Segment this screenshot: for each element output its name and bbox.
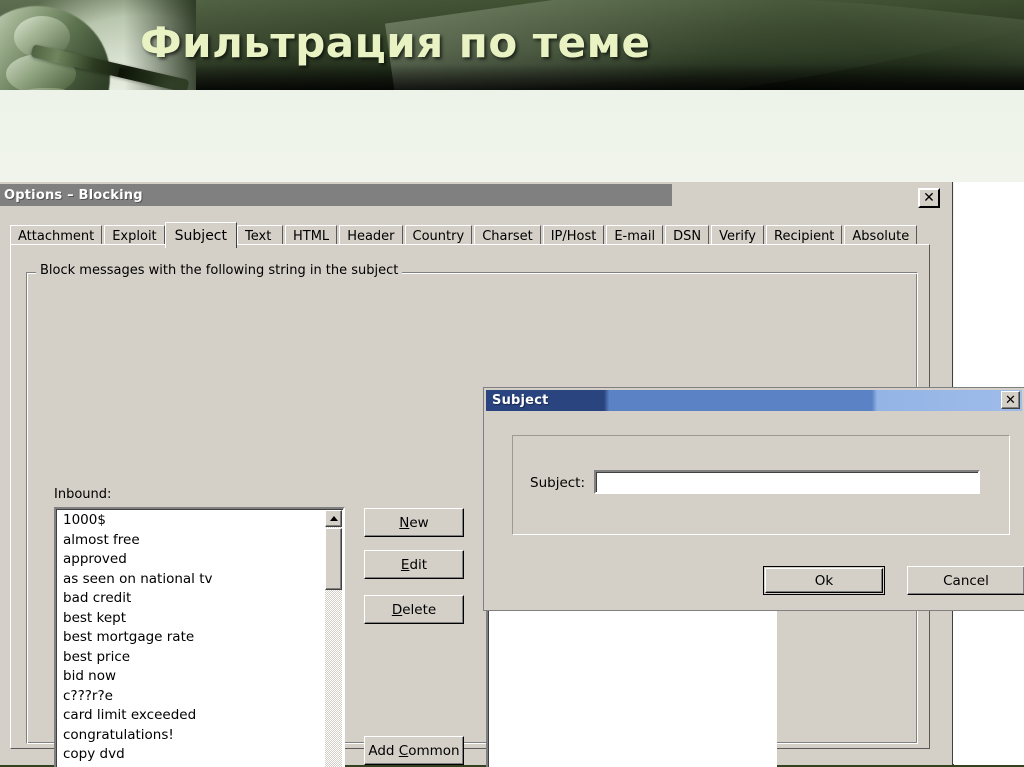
subject-input-wrapper[interactable] bbox=[594, 470, 980, 494]
list-item[interactable]: almost free bbox=[58, 531, 325, 551]
subject-ok-label: Ok bbox=[814, 572, 834, 589]
list-item[interactable]: 1000$ bbox=[58, 511, 325, 531]
tab-header[interactable]: Header bbox=[339, 225, 403, 246]
slide-title: Фильтрация по теме bbox=[140, 18, 651, 67]
window-close-button[interactable]: ✕ bbox=[918, 188, 940, 208]
inbound-edit-button[interactable]: Edit bbox=[364, 550, 464, 579]
list-item[interactable]: copy dvd bbox=[58, 745, 325, 765]
scrollbar-thumb[interactable] bbox=[325, 528, 342, 590]
list-item[interactable]: best price bbox=[58, 648, 325, 668]
list-item[interactable]: as seen on national tv bbox=[58, 570, 325, 590]
tab-verify[interactable]: Verify bbox=[711, 225, 764, 246]
list-item[interactable]: bid now bbox=[58, 667, 325, 687]
window-titlebar[interactable]: Options – Blocking bbox=[0, 184, 672, 206]
slide-header-banner: Фильтрация по теме bbox=[0, 0, 1024, 90]
tab-charset[interactable]: Charset bbox=[474, 225, 541, 246]
list-item[interactable]: congratulations! bbox=[58, 726, 325, 746]
subject-dialog-close-button[interactable]: ✕ bbox=[1001, 391, 1020, 409]
subject-ok-button[interactable]: Ok bbox=[763, 566, 885, 595]
list-item[interactable]: approved bbox=[58, 550, 325, 570]
slide-root: Фильтрация по теме Options – Blocking ✕ … bbox=[0, 0, 1024, 767]
block-messages-groupbox-label: Block messages with the following string… bbox=[36, 263, 403, 278]
subject-cancel-label: Cancel bbox=[943, 572, 989, 589]
subject-input[interactable] bbox=[596, 472, 978, 492]
tab-recipient[interactable]: Recipient bbox=[766, 225, 843, 246]
inbound-listbox[interactable]: 1000$ almost free approved as seen on na… bbox=[54, 507, 345, 767]
inbound-add-common-button[interactable]: Add Common bbox=[364, 736, 464, 765]
inbound-vertical-scrollbar[interactable] bbox=[325, 510, 342, 767]
list-item[interactable]: c???r?e bbox=[58, 687, 325, 707]
list-item[interactable]: best kept bbox=[58, 609, 325, 629]
tab-text[interactable]: Text bbox=[237, 225, 283, 246]
tab-strip: Attachment Exploit Subject Text HTML Hea… bbox=[10, 222, 930, 248]
subject-dialog: Subject ✕ Subject: Ok Cancel bbox=[484, 388, 1024, 610]
subject-field-label: Subject: bbox=[530, 475, 586, 491]
inbound-new-button[interactable]: New bbox=[364, 508, 464, 537]
tab-dsn[interactable]: DSN bbox=[665, 225, 710, 246]
window-title: Options – Blocking bbox=[4, 187, 143, 203]
tab-absolute[interactable]: Absolute bbox=[844, 225, 918, 246]
tab-country[interactable]: Country bbox=[404, 225, 473, 246]
tab-email[interactable]: E-mail bbox=[606, 225, 664, 246]
list-item[interactable]: bad credit bbox=[58, 589, 325, 609]
subject-dialog-titlebar[interactable]: Subject bbox=[486, 390, 1022, 411]
list-item[interactable]: card limit exceeded bbox=[58, 706, 325, 726]
tab-exploit[interactable]: Exploit bbox=[104, 225, 165, 246]
scroll-up-arrow-icon[interactable] bbox=[325, 510, 342, 527]
tab-html[interactable]: HTML bbox=[285, 225, 338, 246]
inbound-delete-button[interactable]: Delete bbox=[364, 595, 464, 624]
tab-subject[interactable]: Subject bbox=[164, 222, 237, 248]
subject-dialog-title: Subject bbox=[492, 393, 549, 408]
inbound-listbox-items: 1000$ almost free approved as seen on na… bbox=[58, 511, 325, 767]
tab-ip-host[interactable]: IP/Host bbox=[542, 225, 605, 246]
list-item[interactable]: best mortgage rate bbox=[58, 628, 325, 648]
subject-cancel-button[interactable]: Cancel bbox=[907, 566, 1024, 595]
inbound-label: Inbound: bbox=[54, 487, 112, 502]
tab-attachment[interactable]: Attachment bbox=[10, 225, 103, 246]
